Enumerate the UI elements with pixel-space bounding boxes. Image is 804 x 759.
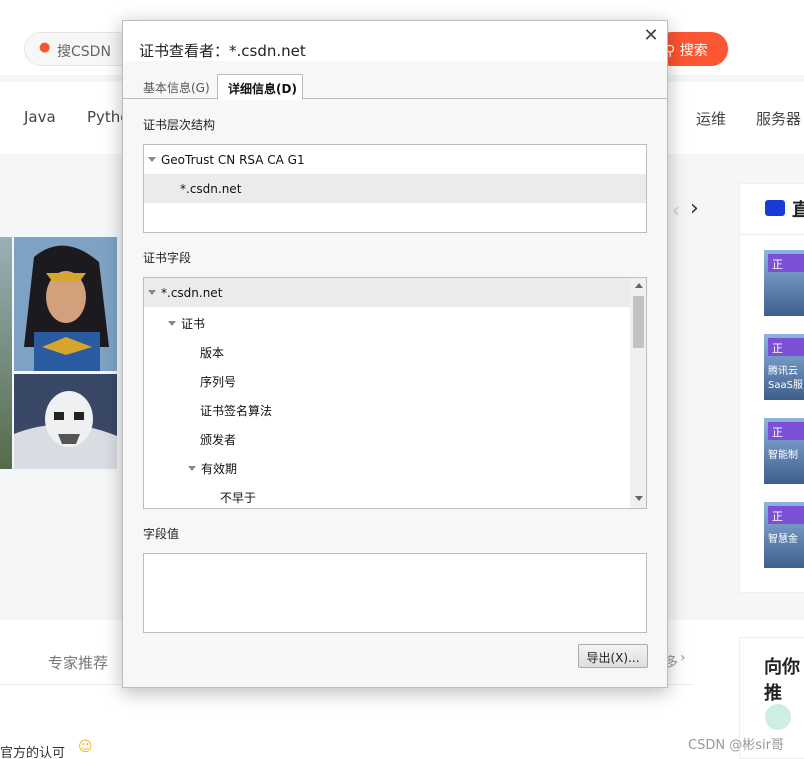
carousel-prev-icon[interactable]: ‹ — [672, 198, 680, 222]
live-card-title: 智能制 — [768, 450, 798, 461]
scroll-down-arrow-icon[interactable] — [635, 496, 643, 501]
certificate-fields-tree[interactable]: *.csdn.net 证书 版本 序列号 证书签名算法 颁发者 有效期 不早于 — [143, 277, 647, 509]
feed-text: 官方的认可 — [0, 746, 66, 759]
field-row[interactable]: 序列号 — [144, 365, 630, 394]
live-card-1[interactable]: 正 — [764, 250, 804, 316]
dialog-header: 证书查看者：*.csdn.net ✕ — [123, 21, 667, 61]
hierarchy-node-root[interactable]: GeoTrust CN RSA CA G1 — [144, 145, 630, 174]
site-search-placeholder: 搜CSDN — [57, 44, 111, 60]
scrollbar-thumb[interactable] — [633, 296, 644, 348]
scroll-up-arrow-icon[interactable] — [635, 283, 643, 288]
field-row[interactable]: 版本 — [144, 336, 630, 365]
live-tag: 正 — [768, 338, 804, 356]
portrait-image — [14, 237, 117, 371]
dialog-title: 证书查看者：*.csdn.net — [139, 42, 306, 60]
right-panel-heading: 直 — [792, 200, 804, 221]
fields-label: 证书字段 — [143, 251, 192, 265]
watermark: CSDN @彬sir哥 — [688, 738, 784, 753]
field-row[interactable]: *.csdn.net — [144, 278, 630, 307]
field-label: 序列号 — [200, 375, 237, 389]
close-icon[interactable]: ✕ — [643, 27, 659, 45]
stormtrooper-image — [14, 374, 117, 469]
field-row[interactable]: 证书签名算法 — [144, 394, 630, 423]
dialog-tabs: 基本信息(G) 详细信息(D) — [123, 73, 667, 100]
tab-basic-info[interactable]: 基本信息(G) — [135, 74, 213, 99]
field-label: 不早于 — [220, 491, 257, 505]
field-label: 颁发者 — [200, 433, 237, 447]
site-search-button-label: 搜索 — [679, 43, 708, 59]
fields-scrollbar[interactable] — [630, 278, 646, 508]
chevron-right-icon: › — [680, 650, 686, 666]
live-card-3[interactable]: 正 智能制 — [764, 418, 804, 484]
field-label: *.csdn.net — [161, 286, 223, 300]
expand-triangle-icon[interactable] — [148, 157, 156, 162]
field-row[interactable]: 证书 — [144, 307, 630, 336]
thumbnail-stormtrooper[interactable] — [14, 374, 117, 469]
thumbnail-wonder-woman[interactable] — [14, 237, 117, 371]
live-card-subtitle: SaaS服 — [768, 380, 803, 391]
certificate-hierarchy-tree[interactable]: GeoTrust CN RSA CA G1 *.csdn.net — [143, 144, 647, 233]
live-card-4[interactable]: 正 智慧金 — [764, 502, 804, 568]
tab-detail-info[interactable]: 详细信息(D) — [217, 74, 303, 100]
hierarchy-node-label: *.csdn.net — [180, 182, 242, 196]
hierarchy-label: 证书层次结构 — [143, 118, 216, 132]
field-value-label: 字段值 — [143, 527, 180, 541]
field-value-textarea[interactable] — [143, 553, 647, 633]
thumbnail-edge — [0, 237, 12, 469]
field-row[interactable]: 不早于 — [144, 481, 630, 508]
expert-recommend-tab[interactable]: 专家推荐 — [48, 652, 108, 673]
field-row[interactable]: 颁发者 — [144, 423, 630, 452]
field-label: 版本 — [200, 346, 225, 360]
carousel-next-icon[interactable]: › — [690, 196, 699, 221]
live-card-title: 腾讯云 — [768, 366, 798, 377]
live-card-title: 智慧金 — [768, 534, 798, 545]
hierarchy-node-label: GeoTrust CN RSA CA G1 — [161, 153, 305, 167]
field-label: 有效期 — [201, 462, 238, 476]
field-label: 证书 — [181, 317, 206, 331]
nav-item-server[interactable]: 服务器 — [756, 108, 801, 129]
expand-triangle-icon[interactable] — [168, 321, 176, 326]
avatar — [765, 704, 791, 730]
video-icon — [765, 200, 785, 216]
expand-triangle-icon[interactable] — [188, 466, 196, 471]
live-card-2[interactable]: 正 腾讯云 SaaS服 — [764, 334, 804, 400]
field-row[interactable]: 有效期 — [144, 452, 630, 481]
hierarchy-node-leaf[interactable]: *.csdn.net — [144, 174, 646, 203]
right-recommend-heading: 向你推 — [764, 657, 800, 704]
live-tag: 正 — [768, 506, 804, 524]
emoji-icon: ☺ — [78, 739, 93, 755]
nav-item-java[interactable]: Java — [24, 108, 56, 126]
export-button[interactable]: 导出(X)... — [578, 644, 648, 668]
live-tag: 正 — [768, 254, 804, 272]
field-label: 证书签名算法 — [200, 404, 273, 418]
expand-triangle-icon[interactable] — [148, 290, 156, 295]
live-tag: 正 — [768, 422, 804, 440]
fire-icon: ● — [39, 40, 51, 55]
certificate-viewer-dialog: 证书查看者：*.csdn.net ✕ 基本信息(G) 详细信息(D) 证书层次结… — [122, 20, 668, 688]
nav-item-ops[interactable]: 运维 — [696, 108, 726, 129]
